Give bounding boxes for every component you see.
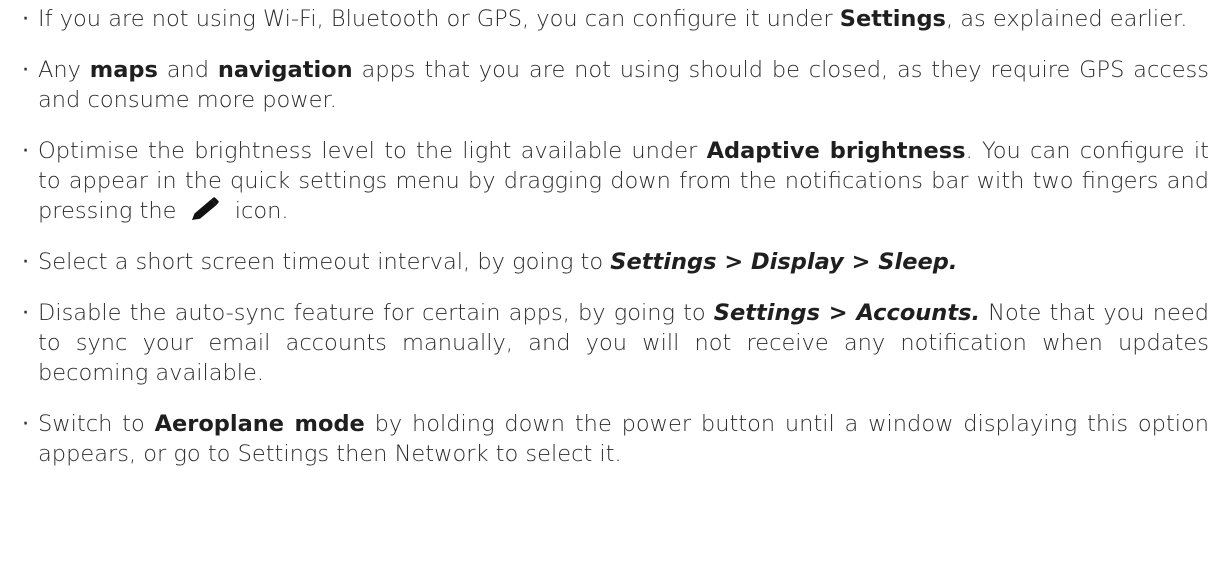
bold-term: Aeroplane mode xyxy=(154,411,365,437)
settings-path: Settings > Display > Sleep. xyxy=(610,249,958,275)
list-item: Optimise the brightness level to the lig… xyxy=(22,136,1209,226)
list-item: Switch to Aeroplane mode by holding down… xyxy=(22,409,1209,469)
pencil-icon xyxy=(188,197,222,223)
tip-text: Switch to xyxy=(38,411,155,437)
tip-text: Any xyxy=(38,57,90,83)
tip-text: Optimise the brightness level to the lig… xyxy=(38,138,707,164)
tip-text: icon. xyxy=(227,198,289,224)
tip-text: If you are not using Wi-Fi, Bluetooth or… xyxy=(38,6,840,32)
list-item: Any maps and navigation apps that you ar… xyxy=(22,55,1209,115)
bold-term: Adaptive brightness xyxy=(706,138,966,164)
battery-tips-list: If you are not using Wi-Fi, Bluetooth or… xyxy=(22,4,1209,469)
list-item: Select a short screen timeout interval, … xyxy=(22,247,1209,277)
tip-text: , as explained earlier. xyxy=(945,6,1188,32)
tip-text: Disable the auto-sync feature for certai… xyxy=(38,300,714,326)
document-page: If you are not using Wi-Fi, Bluetooth or… xyxy=(0,0,1231,569)
bold-term: maps xyxy=(89,57,158,83)
list-item: Disable the auto-sync feature for certai… xyxy=(22,298,1209,388)
list-item: If you are not using Wi-Fi, Bluetooth or… xyxy=(22,4,1209,34)
tip-text: and xyxy=(157,57,218,83)
settings-path: Settings > Accounts. xyxy=(713,300,981,326)
bold-term: navigation xyxy=(217,57,353,83)
bold-term: Settings xyxy=(839,6,946,32)
tip-text: Select a short screen timeout interval, … xyxy=(38,249,611,275)
